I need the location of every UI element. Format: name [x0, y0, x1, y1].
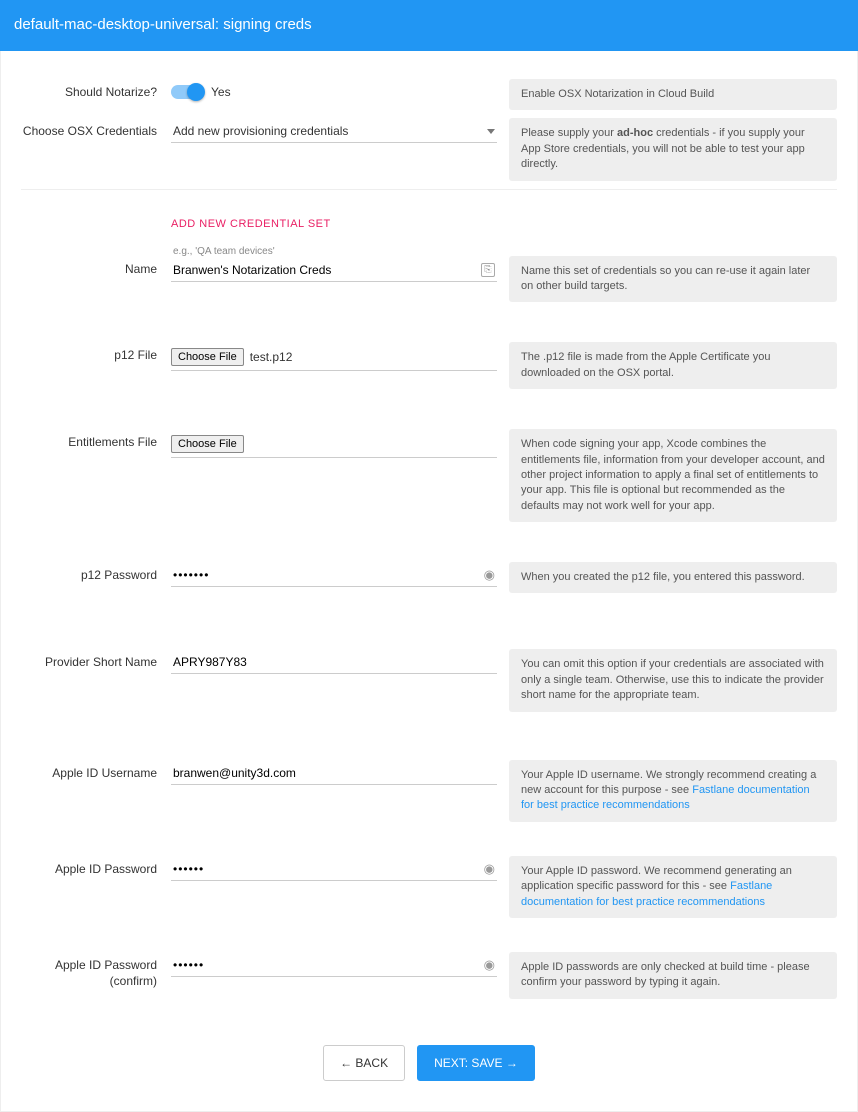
apple-pass-help: Your Apple ID password. We recommend gen… — [509, 856, 837, 918]
entitlements-help: When code signing your app, Xcode combin… — [509, 429, 837, 522]
provider-label: Provider Short Name — [21, 649, 171, 671]
page-header: default-mac-desktop-universal: signing c… — [0, 0, 858, 51]
osx-creds-select[interactable]: Add new provisioning credentials — [171, 120, 497, 143]
provider-help: You can omit this option if your credent… — [509, 649, 837, 711]
eye-icon[interactable]: ◉ — [484, 957, 495, 973]
page-title: default-mac-desktop-universal: signing c… — [14, 16, 312, 33]
p12file-choose-button[interactable]: Choose File — [171, 348, 244, 366]
apple-user-input[interactable] — [171, 762, 497, 785]
p12pass-input[interactable] — [171, 564, 497, 587]
notarize-label: Should Notarize? — [21, 79, 171, 101]
osx-creds-label: Choose OSX Credentials — [21, 118, 171, 140]
entitlements-choose-button[interactable]: Choose File — [171, 435, 244, 453]
form-content: Should Notarize? Yes Enable OSX Notariza… — [0, 51, 858, 1112]
p12pass-label: p12 Password — [21, 562, 171, 584]
p12file-label: p12 File — [21, 342, 171, 364]
clipboard-icon[interactable]: ⎘ — [481, 263, 495, 277]
apple-pass-confirm-help: Apple ID passwords are only checked at b… — [509, 952, 837, 999]
p12file-filename: test.p12 — [250, 350, 293, 364]
notarize-help: Enable OSX Notarization in Cloud Build — [509, 79, 837, 110]
footer-actions: ← BACK NEXT: SAVE → — [21, 1045, 837, 1081]
eye-icon[interactable]: ◉ — [484, 567, 495, 583]
name-label: Name — [21, 244, 171, 278]
section-title: ADD NEW CREDENTIAL SET — [171, 206, 497, 236]
osx-creds-help: Please supply your ad-hoc credentials - … — [509, 118, 837, 180]
apple-user-label: Apple ID Username — [21, 760, 171, 782]
chevron-down-icon — [487, 129, 495, 134]
entitlements-label: Entitlements File — [21, 429, 171, 451]
apple-pass-confirm-input[interactable] — [171, 954, 497, 977]
apple-pass-input[interactable] — [171, 858, 497, 881]
notarize-toggle-text: Yes — [211, 85, 231, 99]
divider — [21, 189, 837, 190]
notarize-toggle[interactable] — [171, 85, 203, 99]
p12pass-help: When you created the p12 file, you enter… — [509, 562, 837, 593]
name-input[interactable] — [171, 259, 497, 282]
apple-pass-confirm-label: Apple ID Password (confirm) — [21, 952, 171, 989]
back-button[interactable]: ← BACK — [323, 1045, 405, 1081]
eye-icon[interactable]: ◉ — [484, 861, 495, 877]
apple-pass-label: Apple ID Password — [21, 856, 171, 878]
p12file-help: The .p12 file is made from the Apple Cer… — [509, 342, 837, 389]
next-save-button[interactable]: NEXT: SAVE → — [417, 1045, 535, 1081]
apple-user-help: Your Apple ID username. We strongly reco… — [509, 760, 837, 822]
osx-creds-selected: Add new provisioning credentials — [173, 124, 348, 138]
name-help: Name this set of credentials so you can … — [509, 256, 837, 303]
name-hint: e.g., 'QA team devices' — [171, 246, 497, 257]
provider-input[interactable] — [171, 651, 497, 674]
